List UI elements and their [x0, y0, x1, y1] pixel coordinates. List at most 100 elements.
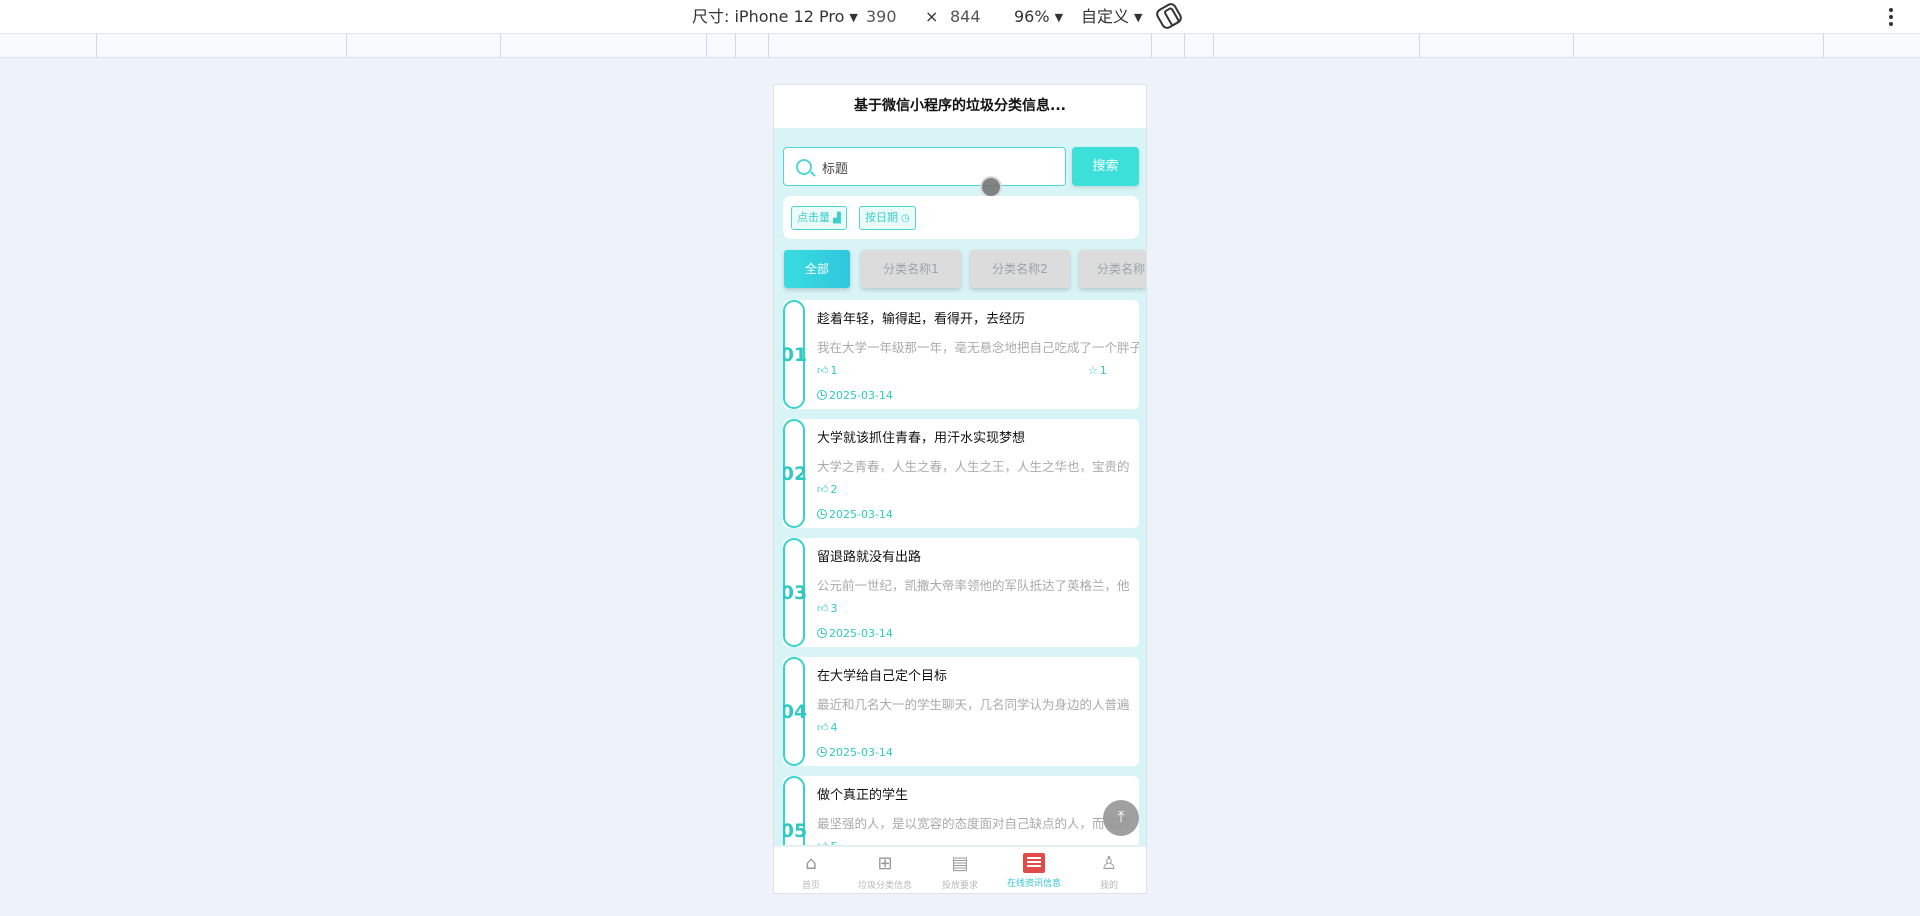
article-title: 在大学给自己定个目标 — [817, 669, 948, 684]
height-input[interactable]: 844 — [950, 7, 981, 27]
article-index: 05 — [783, 776, 807, 845]
chevron-down-icon: ▼ — [1134, 11, 1143, 24]
mode-select[interactable]: 自定义 ▼ — [1081, 7, 1142, 28]
news-icon — [1023, 853, 1045, 873]
article-card[interactable]: 04 在大学给自己定个目标 最近和几名大一的学生聊天，几名同学认为身边的人普遍 … — [783, 657, 1139, 766]
thumbs-up-icon: 👍︎ — [817, 721, 829, 734]
home-icon: ⌂ — [805, 853, 817, 874]
tabbar-label: 投放要求 — [941, 881, 978, 891]
more-options-icon[interactable] — [1889, 8, 1893, 26]
zoom-select[interactable]: 96% ▼ — [1014, 7, 1063, 28]
thumbs-up-icon: 👍︎ — [817, 840, 829, 845]
like-value: 4 — [830, 721, 838, 734]
article-title: 做个真正的学生 — [817, 788, 909, 803]
article-desc: 最近和几名大一的学生聊天，几名同学认为身边的人普遍 — [817, 697, 1130, 712]
article-index: 02 — [783, 419, 807, 528]
article-desc: 我在大学一年级那一年，毫无悬念地把自己吃成了一个胖子 — [817, 340, 1139, 355]
arrow-up-icon: ⤒ — [1117, 807, 1125, 826]
clock-icon: ◷ — [901, 213, 910, 224]
back-to-top-button[interactable]: ⤒ — [1103, 800, 1139, 836]
like-value: 1 — [830, 364, 838, 377]
clock-icon — [817, 628, 827, 638]
search-button[interactable]: 搜索 — [1072, 147, 1139, 186]
touch-cursor — [980, 176, 1002, 198]
thumbs-up-icon: 👍︎ — [817, 364, 829, 377]
clock-icon — [817, 747, 827, 757]
chevron-down-icon: ▼ — [1054, 11, 1064, 24]
bar-chart-icon: ▟ — [833, 213, 841, 224]
category-tab-2[interactable]: 分类名称2 — [970, 250, 1070, 288]
category-tab-3[interactable]: 分类名称3 — [1079, 250, 1146, 288]
article-card[interactable]: 01 趁着年轻，输得起，看得开，去经历 我在大学一年级那一年，毫无悬念地把自己吃… — [783, 300, 1139, 409]
page-title: 基于微信小程序的垃圾分类信息... — [774, 85, 1146, 128]
device-select[interactable]: 尺寸: iPhone 12 Pro ▼ — [692, 7, 858, 28]
bottom-tab-bar: ⌂ 首页 ⊞ 垃圾分类信息 ▤ 投放要求 在线资讯信息 ♙ 我的 — [774, 846, 1146, 893]
tabbar-label: 我的 — [1099, 881, 1118, 891]
image-icon: ▤ — [951, 853, 969, 874]
article-desc: 公元前一世纪，凯撒大帝率领他的军队抵达了英格兰，他 — [817, 578, 1130, 593]
sort-panel: 点击量 ▟ 按日期 ◷ — [783, 196, 1139, 239]
favorite-count[interactable]: ☆ 1 — [1088, 364, 1107, 377]
search-input[interactable] — [822, 156, 1052, 178]
like-count[interactable]: 👍︎ 1 — [817, 364, 838, 377]
devtools-toolbar: 尺寸: iPhone 12 Pro ▼ 390 × 844 96% ▼ 自定义 ▼ — [0, 0, 1920, 34]
mode-label: 自定义 — [1081, 7, 1130, 26]
clock-icon — [817, 390, 827, 400]
tabbar-item-garbage-info[interactable]: ⊞ 垃圾分类信息 — [848, 847, 922, 893]
favorite-value: 1 — [1099, 364, 1107, 377]
article-desc: 大学之青春，人生之春，人生之王，人生之华也，宝贵的 — [817, 459, 1130, 474]
phone-viewport: 基于微信小程序的垃圾分类信息... 搜索 点击量▟ 按日期◷ 全部 分类名称1 … — [773, 84, 1147, 894]
like-value: 2 — [830, 483, 838, 496]
article-desc: 最坚强的人，是以宽容的态度面对自己缺点的人，而懦弱 — [817, 816, 1130, 831]
thumbs-up-icon: 👍︎ — [817, 483, 829, 496]
tabbar-label: 在线资讯信息 — [1006, 879, 1061, 889]
tabbar-item-disposal-requirements[interactable]: ▤ 投放要求 — [923, 847, 997, 893]
tabbar-item-home[interactable]: ⌂ 首页 — [774, 847, 848, 893]
star-icon: ☆ — [1088, 364, 1098, 377]
search-icon — [796, 159, 812, 175]
article-title: 留退路就没有出路 — [817, 550, 922, 565]
date-value: 2025-03-14 — [829, 627, 893, 640]
like-count[interactable]: 👍︎ 2 — [817, 483, 838, 496]
tabbar-item-news[interactable]: 在线资讯信息 — [997, 847, 1071, 893]
article-date: 2025-03-14 — [817, 389, 893, 402]
article-index: 03 — [783, 538, 807, 647]
article-card[interactable]: 03 留退路就没有出路 公元前一世纪，凯撒大帝率领他的军队抵达了英格兰，他 👍︎… — [783, 538, 1139, 647]
article-index: 01 — [783, 300, 807, 409]
article-index: 04 — [783, 657, 807, 766]
category-tab-all[interactable]: 全部 — [784, 250, 850, 288]
times-sign: × — [925, 7, 939, 26]
article-date: 2025-03-14 — [817, 746, 893, 759]
like-value: 5 — [831, 840, 838, 845]
article-card[interactable]: 05 做个真正的学生 最坚强的人，是以宽容的态度面对自己缺点的人，而懦弱 👍︎5… — [783, 776, 1139, 845]
tabbar-item-mine[interactable]: ♙ 我的 — [1072, 847, 1146, 893]
sort-by-clicks-button[interactable]: 点击量 ▟ — [791, 206, 847, 230]
sort-label: 点击量 — [797, 211, 830, 224]
tabbar-label: 垃圾分类信息 — [857, 881, 912, 891]
zoom-label: 96% — [1014, 7, 1050, 26]
like-count[interactable]: 👍︎ 4 — [817, 721, 838, 734]
article-title: 趁着年轻，输得起，看得开，去经历 — [817, 312, 1026, 327]
article-date: 2025-03-14 — [817, 508, 893, 521]
like-count[interactable]: 👍︎5 — [817, 840, 838, 845]
sort-by-date-button[interactable]: 按日期 ◷ — [859, 206, 916, 230]
chevron-down-icon: ▼ — [849, 11, 858, 24]
media-query-ruler — [0, 34, 1920, 58]
like-value: 3 — [830, 602, 838, 615]
article-list: 01 趁着年轻，输得起，看得开，去经历 我在大学一年级那一年，毫无悬念地把自己吃… — [774, 300, 1146, 845]
rotate-icon[interactable] — [1153, 0, 1185, 32]
category-tab-1[interactable]: 分类名称1 — [861, 250, 961, 288]
date-value: 2025-03-14 — [829, 389, 893, 402]
search-box[interactable] — [783, 147, 1066, 186]
user-icon: ♙ — [1100, 853, 1118, 874]
article-title: 大学就该抓住青春，用汗水实现梦想 — [817, 431, 1026, 446]
clock-icon — [817, 509, 827, 519]
date-value: 2025-03-14 — [829, 508, 893, 521]
width-input[interactable]: 390 — [866, 7, 897, 27]
article-card[interactable]: 02 大学就该抓住青春，用汗水实现梦想 大学之青春，人生之春，人生之王，人生之华… — [783, 419, 1139, 528]
article-date: 2025-03-14 — [817, 627, 893, 640]
date-value: 2025-03-14 — [829, 746, 893, 759]
device-label: 尺寸: iPhone 12 Pro — [692, 7, 845, 26]
sort-label: 按日期 — [865, 211, 898, 224]
like-count[interactable]: 👍︎ 3 — [817, 602, 838, 615]
